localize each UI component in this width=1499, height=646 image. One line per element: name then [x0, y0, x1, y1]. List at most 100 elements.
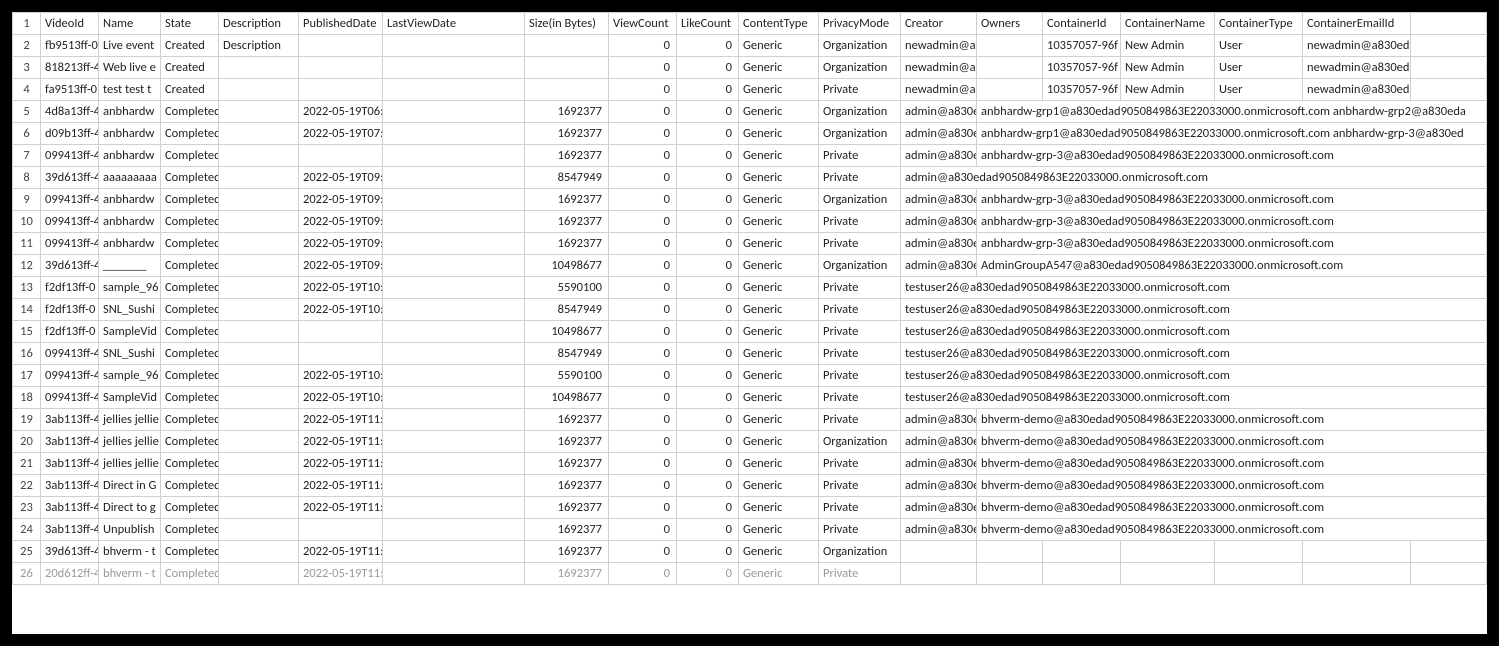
cell-description[interactable]	[219, 189, 299, 211]
cell-publisheddate[interactable]: 2022-05-19T06:56:39.5217142	[299, 101, 383, 123]
cell-overflow[interactable]: bhverm-demo@a830edad9050849863E22033000.…	[977, 475, 1487, 497]
cell-name[interactable]: sample_96	[99, 277, 161, 299]
cell-likecount[interactable]: 0	[677, 79, 739, 101]
cell-name[interactable]: SNL_Sushi	[99, 299, 161, 321]
cell-publisheddate[interactable]: 2022-05-19T09:25:18.4219232	[299, 211, 383, 233]
cell-likecount[interactable]: 0	[677, 233, 739, 255]
cell-name[interactable]: anbhardw	[99, 189, 161, 211]
cell-privacymode[interactable]: Private	[819, 453, 901, 475]
cell-name[interactable]: anbhardw	[99, 123, 161, 145]
cell-viewcount[interactable]: 0	[609, 519, 677, 541]
table-row[interactable]: 839d613ff-4aaaaaaaaaCompleted2022-05-19T…	[13, 167, 1487, 189]
cell-state[interactable]: Completed	[161, 123, 219, 145]
cell-publisheddate[interactable]: 2022-05-19T11:49:44.2162901	[299, 431, 383, 453]
col-videoid[interactable]: VideoId	[41, 13, 99, 35]
cell-lastviewdate[interactable]	[383, 79, 525, 101]
table-row[interactable]: 2620d612ff-4bhverm - tCompleted2022-05-1…	[13, 563, 1487, 585]
cell-likecount[interactable]: 0	[677, 211, 739, 233]
cell-likecount[interactable]: 0	[677, 343, 739, 365]
cell-containername[interactable]: New Admin	[1121, 79, 1215, 101]
cell-state[interactable]: Created	[161, 57, 219, 79]
cell-creator[interactable]: newadmin@a830edad9050	[901, 57, 977, 79]
col-name[interactable]: Name	[99, 13, 161, 35]
cell-state[interactable]: Completed	[161, 189, 219, 211]
cell-creator[interactable]: admin@a830e	[901, 409, 977, 431]
col-lastviewdate[interactable]: LastViewDate	[383, 13, 525, 35]
cell-state[interactable]: Completed	[161, 563, 219, 585]
cell-description[interactable]	[219, 299, 299, 321]
cell-likecount[interactable]: 0	[677, 387, 739, 409]
cell-creator[interactable]: newadmin@a830edad9050	[901, 35, 977, 57]
cell-size[interactable]: 8547949	[525, 299, 609, 321]
cell-size[interactable]: 1692377	[525, 145, 609, 167]
cell-lastviewdate[interactable]	[383, 563, 525, 585]
cell-videoid[interactable]: 3ab113ff-4	[41, 497, 99, 519]
cell-containername[interactable]: New Admin	[1121, 57, 1215, 79]
cell-state[interactable]: Completed	[161, 541, 219, 563]
table-row[interactable]: 13f2df13ff-0sample_96Completed2022-05-19…	[13, 277, 1487, 299]
col-size[interactable]: Size(in Bytes)	[525, 13, 609, 35]
cell-contenttype[interactable]: Generic	[739, 189, 819, 211]
row-number[interactable]: 11	[13, 233, 41, 255]
cell-overflow[interactable]: bhverm-demo@a830edad9050849863E22033000.…	[977, 431, 1487, 453]
cell-lastviewdate[interactable]	[383, 321, 525, 343]
cell-description[interactable]	[219, 167, 299, 189]
cell-overflow[interactable]	[1411, 35, 1487, 57]
cell-creator[interactable]: newadmin@a830edad9050	[901, 79, 977, 101]
cell-name[interactable]: bhverm - t	[99, 541, 161, 563]
cell-likecount[interactable]: 0	[677, 299, 739, 321]
cell-contenttype[interactable]: Generic	[739, 211, 819, 233]
cell-videoid[interactable]: 3ab113ff-4	[41, 475, 99, 497]
row-number[interactable]: 9	[13, 189, 41, 211]
col-containeremail[interactable]: ContainerEmailId	[1303, 13, 1411, 35]
cell-videoid[interactable]: 099413ff-4	[41, 365, 99, 387]
cell-likecount[interactable]: 0	[677, 475, 739, 497]
cell-overflow[interactable]: bhverm-demo@a830edad9050849863E22033000.…	[977, 453, 1487, 475]
cell-likecount[interactable]: 0	[677, 497, 739, 519]
cell-description[interactable]	[219, 409, 299, 431]
cell-containername[interactable]	[1121, 563, 1215, 585]
cell-state[interactable]: Completed	[161, 211, 219, 233]
cell-viewcount[interactable]: 0	[609, 255, 677, 277]
cell-viewcount[interactable]: 0	[609, 277, 677, 299]
cell-viewcount[interactable]: 0	[609, 167, 677, 189]
cell-privacymode[interactable]: Organization	[819, 35, 901, 57]
cell-state[interactable]: Completed	[161, 431, 219, 453]
cell-name[interactable]: Direct in G	[99, 475, 161, 497]
cell-viewcount[interactable]: 0	[609, 387, 677, 409]
row-number[interactable]: 17	[13, 365, 41, 387]
cell-likecount[interactable]: 0	[677, 519, 739, 541]
cell-size[interactable]: 1692377	[525, 497, 609, 519]
col-creator[interactable]: Creator	[901, 13, 977, 35]
cell-privacymode[interactable]: Private	[819, 497, 901, 519]
cell-size[interactable]	[525, 57, 609, 79]
cell-videoid[interactable]: 39d613ff-4	[41, 541, 99, 563]
cell-containertype[interactable]: User	[1215, 35, 1303, 57]
table-row[interactable]: 4fa9513ff-0test test tCreated00GenericPr…	[13, 79, 1487, 101]
cell-description[interactable]	[219, 101, 299, 123]
col-containertype[interactable]: ContainerType	[1215, 13, 1303, 35]
cell-description[interactable]	[219, 277, 299, 299]
cell-size[interactable]: 1692377	[525, 123, 609, 145]
cell-overflow[interactable]	[1411, 79, 1487, 101]
cell-lastviewdate[interactable]	[383, 365, 525, 387]
cell-description[interactable]	[219, 211, 299, 233]
cell-size[interactable]: 1692377	[525, 431, 609, 453]
cell-name[interactable]: SampleVid	[99, 321, 161, 343]
cell-viewcount[interactable]: 0	[609, 409, 677, 431]
cell-viewcount[interactable]: 0	[609, 365, 677, 387]
cell-publisheddate[interactable]: 2022-05-19T09:27:37.0403448	[299, 233, 383, 255]
cell-likecount[interactable]: 0	[677, 431, 739, 453]
col-privacymode[interactable]: PrivacyMode	[819, 13, 901, 35]
cell-viewcount[interactable]: 0	[609, 79, 677, 101]
cell-description[interactable]	[219, 563, 299, 585]
cell-publisheddate[interactable]: 2022-05-19T10:20:38.4614687	[299, 299, 383, 321]
cell-state[interactable]: Completed	[161, 519, 219, 541]
cell-lastviewdate[interactable]	[383, 101, 525, 123]
table-row[interactable]: 243ab113ff-4UnpublishCompleted169237700G…	[13, 519, 1487, 541]
cell-contenttype[interactable]: Generic	[739, 145, 819, 167]
cell-publisheddate[interactable]: 2022-05-19T11:59:12.5211252	[299, 563, 383, 585]
cell-viewcount[interactable]: 0	[609, 233, 677, 255]
cell-size[interactable]: 1692377	[525, 475, 609, 497]
cell-description[interactable]	[219, 321, 299, 343]
